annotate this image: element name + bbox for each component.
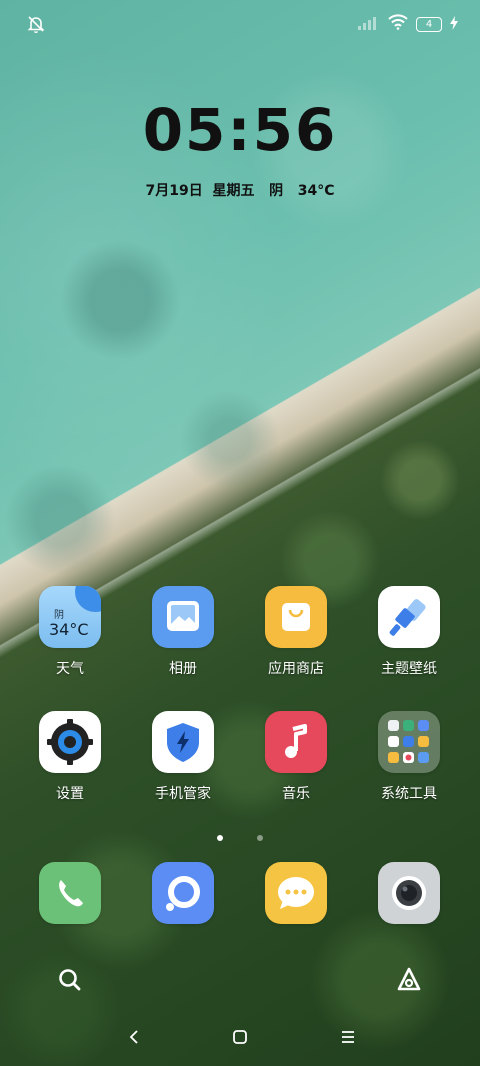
temp-text: 34°C [297, 183, 335, 199]
menu-lines-icon [342, 1031, 354, 1043]
gear-icon [39, 711, 101, 773]
browser-icon [152, 862, 214, 924]
folder-icon [378, 711, 440, 773]
silent-bell-icon [26, 14, 46, 38]
phone-icon [39, 862, 101, 924]
page-indicator [0, 826, 480, 845]
app-label: 应用商店 [268, 661, 324, 677]
assistant-icon[interactable] [394, 964, 424, 998]
date-text: 7月19日 [145, 183, 203, 199]
app-weather[interactable]: 阴 34°C 天气 [20, 586, 120, 678]
weather-widget-temp: 34°C [49, 620, 89, 639]
dock-phone[interactable] [20, 862, 120, 924]
clock-time[interactable]: 05:56 [0, 96, 480, 164]
back-arrow-icon [129, 1030, 138, 1044]
shield-icon [152, 711, 214, 773]
back-button[interactable] [114, 1020, 154, 1054]
charging-icon [450, 15, 458, 34]
signal-icon [358, 15, 380, 34]
weather-widget-condition: 阴 [54, 610, 64, 621]
app-gallery[interactable]: 相册 [133, 586, 233, 678]
status-bar: 4 [0, 0, 480, 50]
recents-button[interactable] [328, 1020, 368, 1054]
page-dot[interactable] [256, 835, 263, 841]
home-square-icon [233, 1030, 247, 1044]
dock-messages[interactable] [246, 862, 346, 924]
app-label: 天气 [56, 661, 84, 677]
folder-system-tools[interactable]: 系统工具 [359, 711, 459, 803]
date-weather-line[interactable]: 7月19日 星期五 阴 34°C [0, 180, 480, 200]
app-themes[interactable]: 主题壁纸 [359, 586, 459, 678]
navigation-bar [0, 1020, 480, 1054]
weather-icon: 阴 34°C [39, 586, 101, 648]
app-label: 设置 [56, 786, 84, 802]
weekday-text: 星期五 [212, 183, 255, 199]
shopping-bag-icon [265, 586, 327, 648]
home-button[interactable] [220, 1020, 260, 1054]
battery-icon: 4 [416, 16, 442, 32]
paint-brush-icon [378, 586, 440, 648]
search-icon[interactable] [56, 966, 84, 998]
app-settings[interactable]: 设置 [20, 711, 120, 803]
app-store[interactable]: 应用商店 [246, 586, 346, 678]
gallery-icon [152, 586, 214, 648]
weather-text: 阴 [269, 183, 284, 199]
app-label: 音乐 [282, 786, 310, 802]
page-dot-active [217, 835, 224, 841]
app-security[interactable]: 手机管家 [133, 711, 233, 803]
app-music[interactable]: 音乐 [246, 711, 346, 803]
app-label: 系统工具 [381, 786, 437, 802]
music-note-icon [265, 711, 327, 773]
dock-camera[interactable] [359, 862, 459, 924]
camera-icon [378, 862, 440, 924]
app-label: 相册 [169, 661, 197, 677]
wifi-icon [388, 14, 408, 34]
messages-icon [265, 862, 327, 924]
app-label: 主题壁纸 [381, 661, 437, 677]
home-screen: 4 05:56 7月19日 星期五 阴 34°C 阴 34°C 天气 相册 应用… [0, 0, 480, 1066]
dock-browser[interactable] [133, 862, 233, 924]
app-label: 手机管家 [155, 786, 211, 802]
